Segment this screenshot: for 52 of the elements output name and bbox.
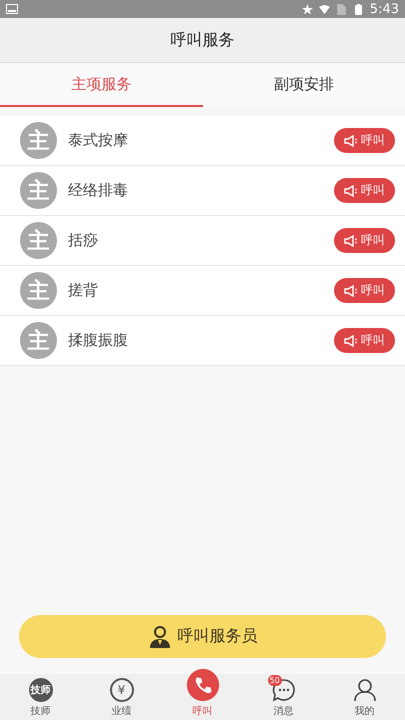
no-sim-icon xyxy=(336,4,347,14)
speaker-icon xyxy=(344,284,358,296)
image-icon xyxy=(6,4,18,14)
avatar: 主 xyxy=(20,322,57,359)
service-row[interactable]: 主 揉腹振腹 呼叫 xyxy=(0,316,405,366)
service-name: 经络排毒 xyxy=(68,181,129,200)
avatar: 主 xyxy=(20,222,57,259)
nav-label: 我的 xyxy=(354,704,374,718)
speaker-icon xyxy=(344,134,358,146)
nav-tab[interactable]: ¥ 业绩 xyxy=(81,672,162,720)
nav-tab[interactable]: 我的 xyxy=(324,672,405,720)
waiter-icon xyxy=(148,624,172,648)
nav-label: 业绩 xyxy=(112,704,132,718)
technician-icon: 技师 xyxy=(28,678,52,702)
speaker-icon xyxy=(344,234,358,246)
star-icon xyxy=(302,4,313,14)
nav-tab[interactable]: 呼叫 xyxy=(162,658,243,720)
battery-icon xyxy=(352,4,364,14)
call-button[interactable]: 呼叫 xyxy=(334,228,395,253)
page-title: 呼叫服务 xyxy=(170,30,234,50)
unread-badge: 50 xyxy=(268,675,282,686)
nav-label: 技师 xyxy=(30,704,50,718)
nav-label: 消息 xyxy=(274,704,294,718)
tab[interactable]: 副项安排 xyxy=(202,63,405,107)
status-time: 5:43 xyxy=(370,2,399,16)
yen-cycle-icon: ¥ xyxy=(110,678,134,702)
call-button[interactable]: 呼叫 xyxy=(334,178,395,203)
service-row[interactable]: 主 经络排毒 呼叫 xyxy=(0,166,405,216)
nav-label: 呼叫 xyxy=(192,704,212,718)
avatar: 主 xyxy=(20,272,57,309)
tab[interactable]: 主项服务 xyxy=(0,63,202,107)
service-name: 揉腹振腹 xyxy=(68,331,129,350)
speaker-icon xyxy=(344,334,358,346)
service-name: 搓背 xyxy=(68,281,99,300)
service-row[interactable]: 主 搓背 呼叫 xyxy=(0,266,405,316)
nav-tab[interactable]: 技师 技师 xyxy=(0,672,81,720)
person-icon xyxy=(352,678,376,702)
avatar: 主 xyxy=(20,122,57,159)
call-waiter-button[interactable]: 呼叫服务员 xyxy=(19,615,386,658)
service-name: 括痧 xyxy=(68,231,99,250)
call-button[interactable]: 呼叫 xyxy=(334,328,395,353)
speaker-icon xyxy=(344,184,358,196)
service-name: 泰式按摩 xyxy=(68,131,129,150)
nav-tab[interactable]: 50 消息 xyxy=(243,672,324,720)
call-button[interactable]: 呼叫 xyxy=(334,278,395,303)
call-button[interactable]: 呼叫 xyxy=(334,128,395,153)
chat-icon xyxy=(272,678,296,702)
phone-icon xyxy=(186,668,220,702)
avatar: 主 xyxy=(20,172,57,209)
service-row[interactable]: 主 泰式按摩 呼叫 xyxy=(0,116,405,166)
service-row[interactable]: 主 括痧 呼叫 xyxy=(0,216,405,266)
wifi-icon xyxy=(318,4,330,14)
